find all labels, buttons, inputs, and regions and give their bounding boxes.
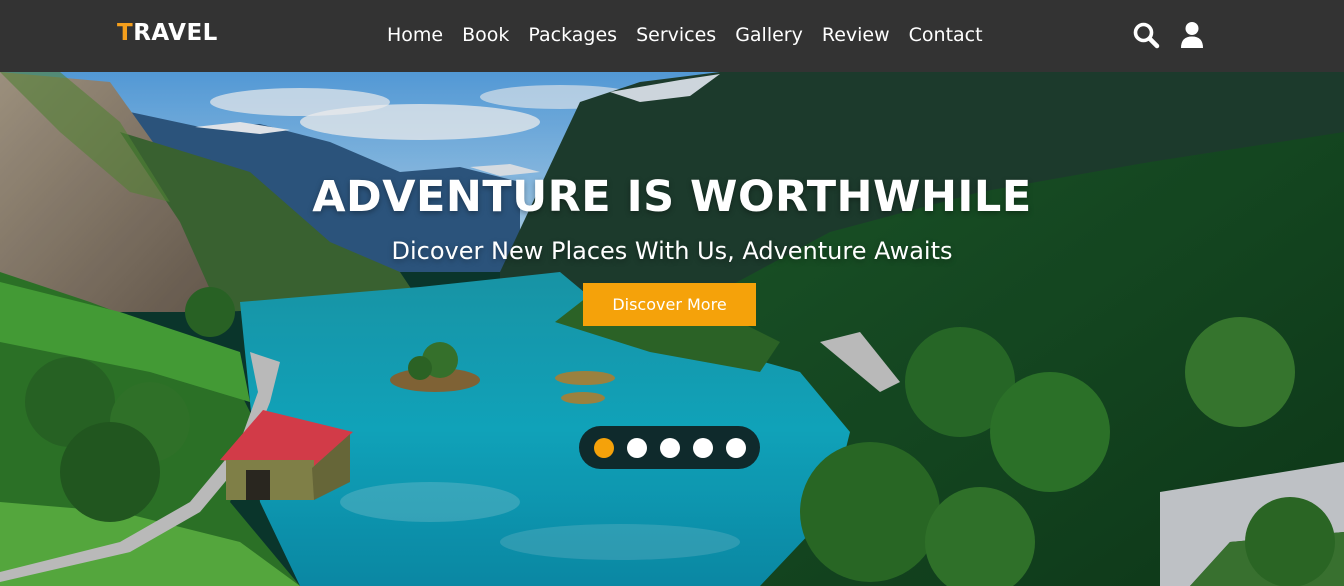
logo-accent-letter: T (117, 20, 134, 46)
nav-link-book[interactable]: Book (462, 22, 509, 48)
logo-text: RAVEL (133, 20, 218, 46)
logo[interactable]: TRAVEL (117, 20, 218, 46)
nav-link-packages[interactable]: Packages (528, 22, 617, 48)
hero-landscape-image (0, 72, 1344, 586)
navbar: TRAVEL Home Book Packages Services Galle… (0, 0, 1344, 72)
discover-more-button[interactable]: Discover More (583, 283, 756, 326)
nav-link-services[interactable]: Services (636, 22, 716, 48)
slider-dot-4[interactable] (692, 437, 713, 458)
slider-pagination (579, 426, 760, 469)
slider-dot-3[interactable] (659, 437, 680, 458)
nav-link-review[interactable]: Review (822, 22, 890, 48)
slider-dot-2[interactable] (626, 437, 647, 458)
nav-link-contact[interactable]: Contact (909, 22, 983, 48)
nav-link-gallery[interactable]: Gallery (735, 22, 803, 48)
slider-dot-5[interactable] (725, 437, 746, 458)
slider-dot-1[interactable] (593, 437, 614, 458)
hero-banner: ADVENTURE IS WORTHWHILE Dicover New Plac… (0, 72, 1344, 586)
main-menu: Home Book Packages Services Gallery Revi… (387, 22, 983, 48)
user-icon[interactable] (1178, 21, 1206, 49)
nav-link-home[interactable]: Home (387, 22, 443, 48)
hero-title: ADVENTURE IS WORTHWHILE (312, 172, 1032, 222)
hero-subtitle: Dicover New Places With Us, Adventure Aw… (391, 237, 953, 265)
search-icon[interactable] (1132, 21, 1160, 49)
